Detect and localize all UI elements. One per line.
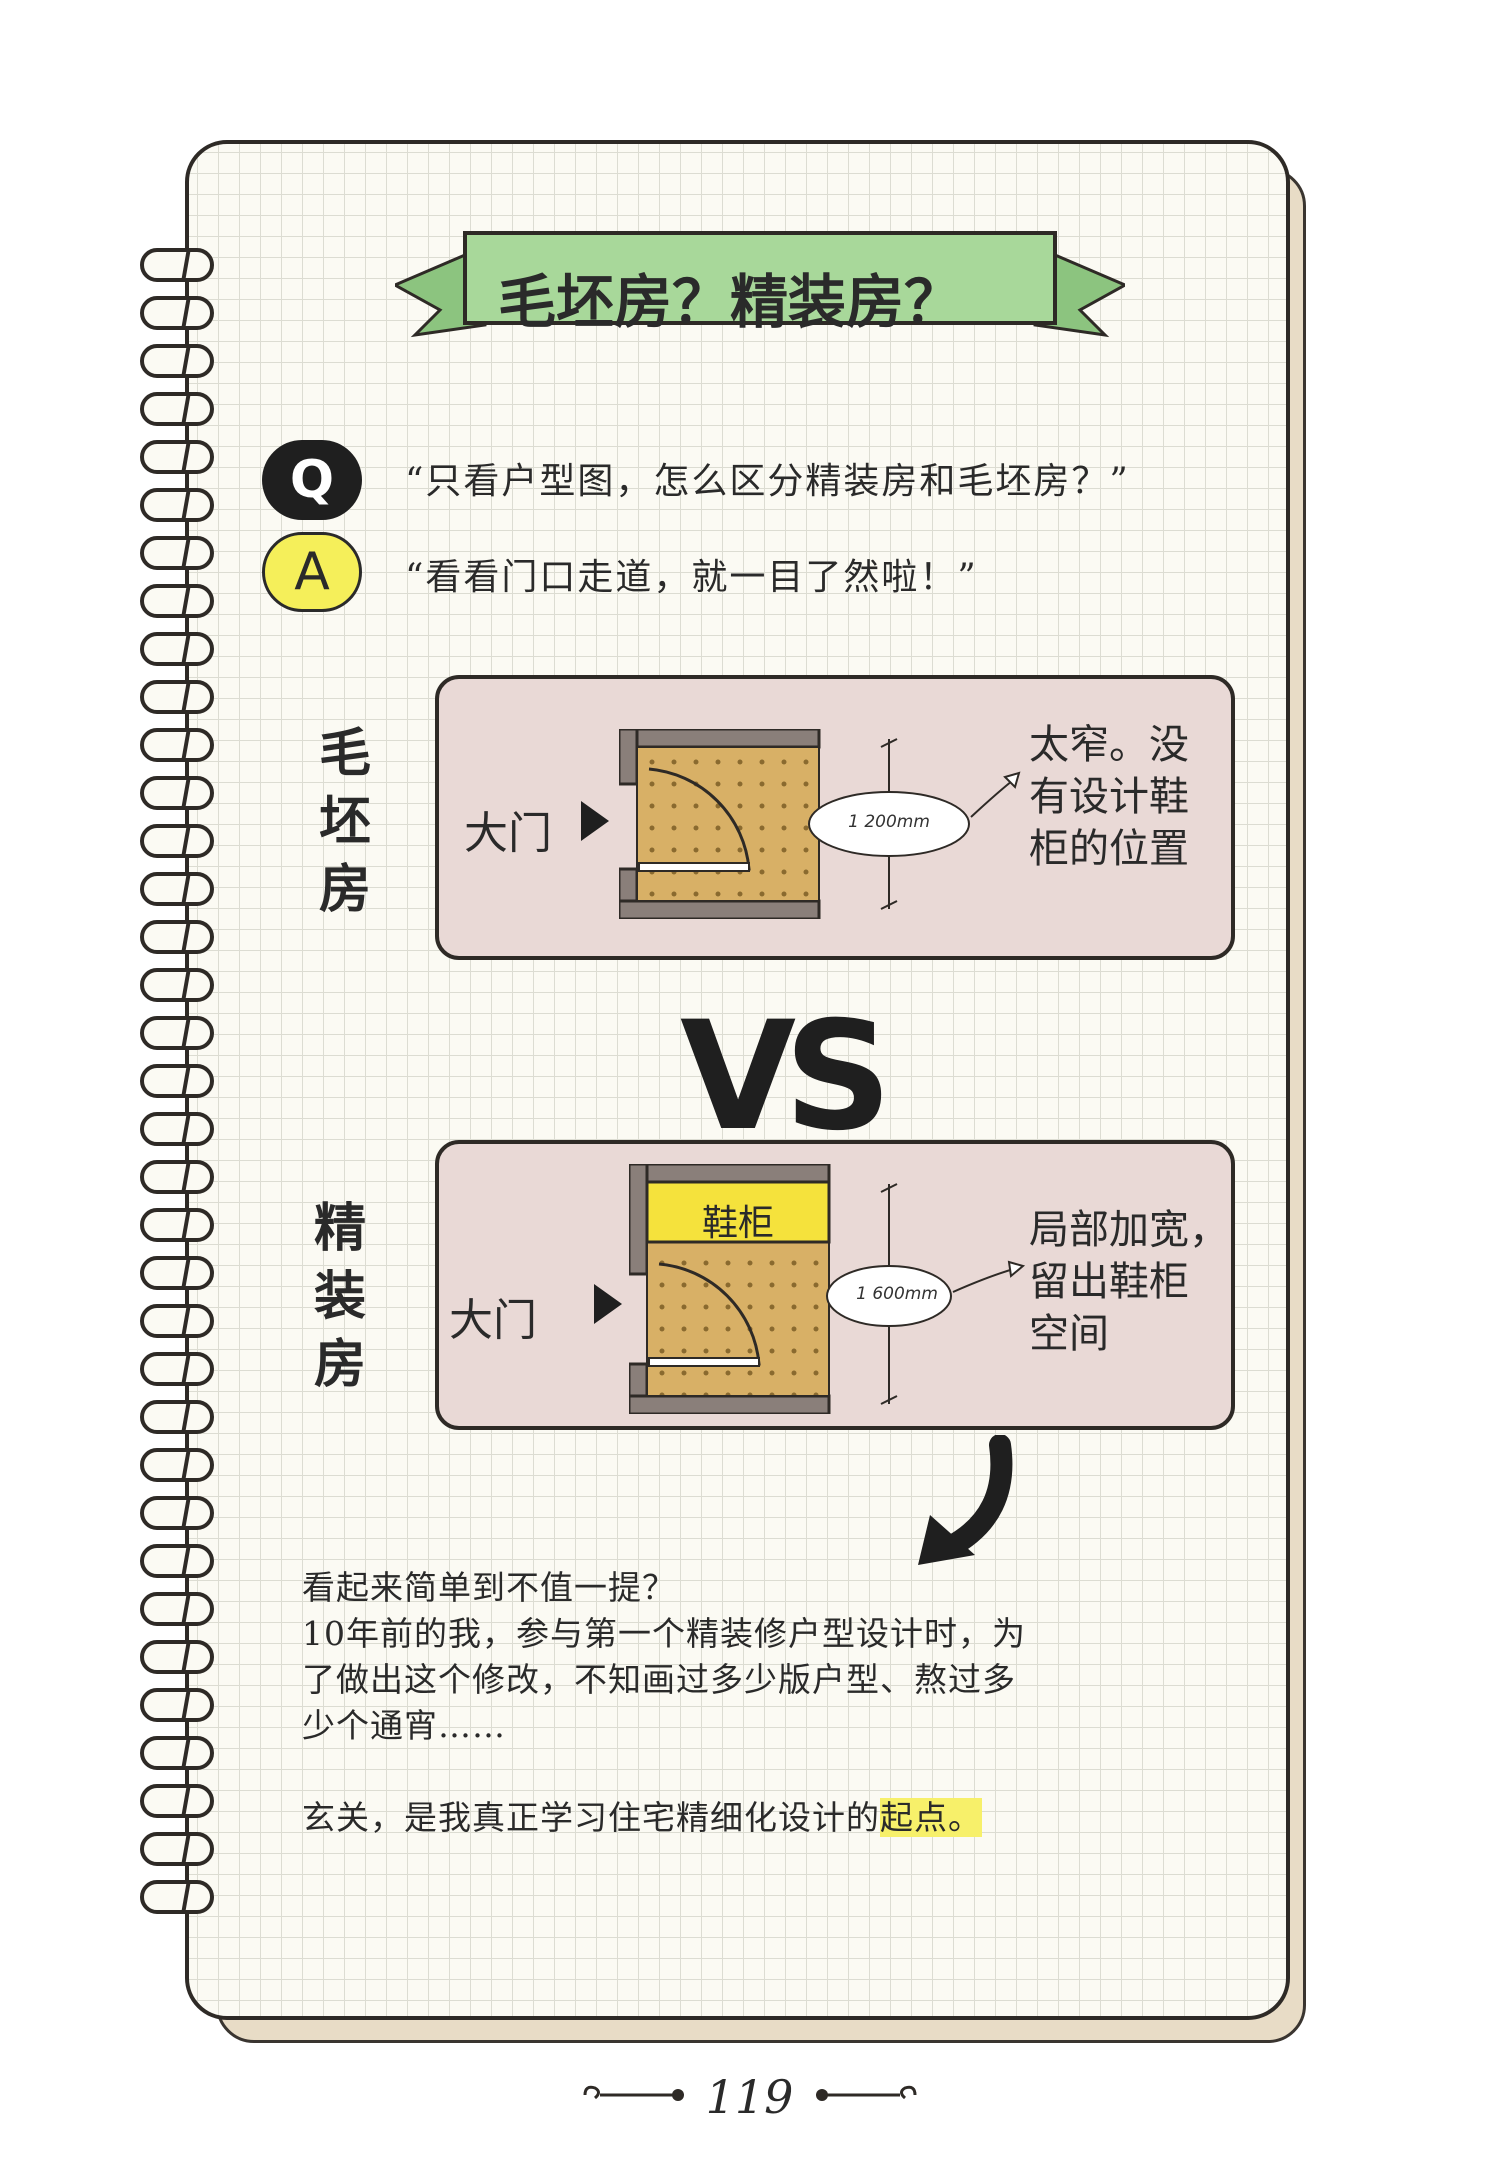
curved-arrow-icon (918, 1435, 1013, 1565)
finished-note-line: 局部加宽， (1029, 1207, 1229, 1253)
answer-text: “看看门口走道，就一目了然啦！” (405, 557, 978, 598)
finished-dimension: 1 600mm (856, 1284, 938, 1304)
spiral-ring-icon (140, 296, 214, 330)
body-line: 10年前的我，参与第一个精装修户型设计时，为 (302, 1614, 1026, 1653)
spiral-ring-icon (140, 440, 214, 474)
rough-house-label-char: 房 (318, 859, 371, 920)
body-line: 看起来简单到不值一提？ (302, 1568, 676, 1607)
finished-house-panel: 大门 鞋柜 1 600mm 局部加宽， 留出鞋柜 空间 (435, 1140, 1235, 1430)
spiral-ring-icon (140, 488, 214, 522)
question-text: “只看户型图，怎么区分精装房和毛坯房？” (405, 461, 1130, 502)
finished-house-label-char: 精 (313, 1198, 366, 1259)
finished-note: 局部加宽， 留出鞋柜 空间 (1029, 1204, 1229, 1360)
spiral-ring-icon (140, 1880, 214, 1914)
spiral-ring-icon (140, 920, 214, 954)
spiral-ring-icon (140, 1688, 214, 1722)
spiral-ring-icon (140, 1208, 214, 1242)
rough-note-line: 柜的位置 (1029, 826, 1189, 872)
spiral-ring-icon (140, 1304, 214, 1338)
spiral-ring-icon (140, 1496, 214, 1530)
top-wall (629, 1164, 831, 1184)
spiral-ring-icon (140, 728, 214, 762)
finished-note-line: 空间 (1029, 1311, 1109, 1357)
spiral-ring-icon (140, 536, 214, 570)
spiral-ring-icon (140, 680, 214, 714)
spiral-ring-icon (140, 968, 214, 1002)
rough-door-label: 大门 (464, 808, 552, 859)
spiral-ring-icon (140, 1016, 214, 1050)
vs-label: VS (680, 990, 892, 1164)
rough-note-line: 有设计鞋 (1029, 774, 1189, 820)
body-last-prefix: 玄关，是我真正学习住宅精细化设计的 (302, 1798, 880, 1837)
spiral-ring-icon (140, 1448, 214, 1482)
spiral-ring-icon (140, 776, 214, 810)
finished-door-label: 大门 (449, 1295, 537, 1346)
spiral-ring-icon (140, 1592, 214, 1626)
spiral-ring-icon (140, 824, 214, 858)
spiral-ring-icon (140, 1160, 214, 1194)
spiral-ring-icon (140, 1064, 214, 1098)
rough-note-line: 太窄。没 (1029, 722, 1189, 768)
finished-house-label-char: 装 (313, 1266, 366, 1327)
highlighted-text: 起点。 (880, 1798, 982, 1837)
rough-house-label-char: 毛 (318, 723, 371, 784)
rough-house-panel: 大门 1 200mm 太窄。没 有设计鞋 柜的位置 (435, 675, 1235, 960)
spiral-binding (140, 248, 232, 1928)
spiral-ring-icon (140, 632, 214, 666)
body-last-line: 玄关，是我真正学习住宅精细化设计的起点。 (302, 1795, 982, 1841)
finished-house-label: 精 装 房 (305, 1195, 375, 1399)
door-leaf (638, 862, 750, 872)
left-wall-top (619, 729, 639, 786)
rough-note: 太窄。没 有设计鞋 柜的位置 (1029, 719, 1189, 875)
body-line: 了做出这个修改，不知画过多少版户型、熬过多 (302, 1660, 1016, 1699)
body-line: 少个通宵…… (302, 1706, 506, 1745)
finished-house-label-char: 房 (313, 1334, 366, 1395)
spiral-ring-icon (140, 344, 214, 378)
spiral-ring-icon (140, 248, 214, 282)
spiral-ring-icon (140, 1112, 214, 1146)
left-wall-top (629, 1164, 649, 1276)
spiral-ring-icon (140, 584, 214, 618)
answer-badge: A (262, 532, 362, 612)
spiral-ring-icon (140, 1640, 214, 1674)
spiral-ring-icon (140, 1352, 214, 1386)
play-arrow-icon (594, 1284, 622, 1324)
finished-note-line: 留出鞋柜 (1029, 1259, 1189, 1305)
rough-house-label: 毛 坯 房 (310, 720, 380, 924)
shoe-cabinet-label: 鞋柜 (701, 1203, 774, 1244)
spiral-ring-icon (140, 1400, 214, 1434)
bottom-wall (619, 899, 821, 919)
ornament-right-icon (816, 2085, 917, 2101)
spiral-ring-icon (140, 392, 214, 426)
spiral-ring-icon (140, 1256, 214, 1290)
title-banner: 毛坯房？精装房？ (391, 215, 1129, 355)
page-number: 119 (705, 2070, 794, 2124)
top-wall (619, 729, 821, 749)
rough-house-label-char: 坯 (318, 791, 371, 852)
door-leaf (648, 1357, 760, 1367)
play-arrow-icon (581, 801, 609, 841)
page-title: 毛坯房？精装房？ (497, 268, 962, 336)
spiral-ring-icon (140, 872, 214, 906)
spiral-ring-icon (140, 1544, 214, 1578)
spiral-ring-icon (140, 1736, 214, 1770)
question-badge: Q (262, 440, 362, 520)
spiral-ring-icon (140, 1784, 214, 1818)
spiral-ring-icon (140, 1832, 214, 1866)
bottom-wall (629, 1394, 831, 1414)
rough-dimension: 1 200mm (848, 812, 930, 832)
